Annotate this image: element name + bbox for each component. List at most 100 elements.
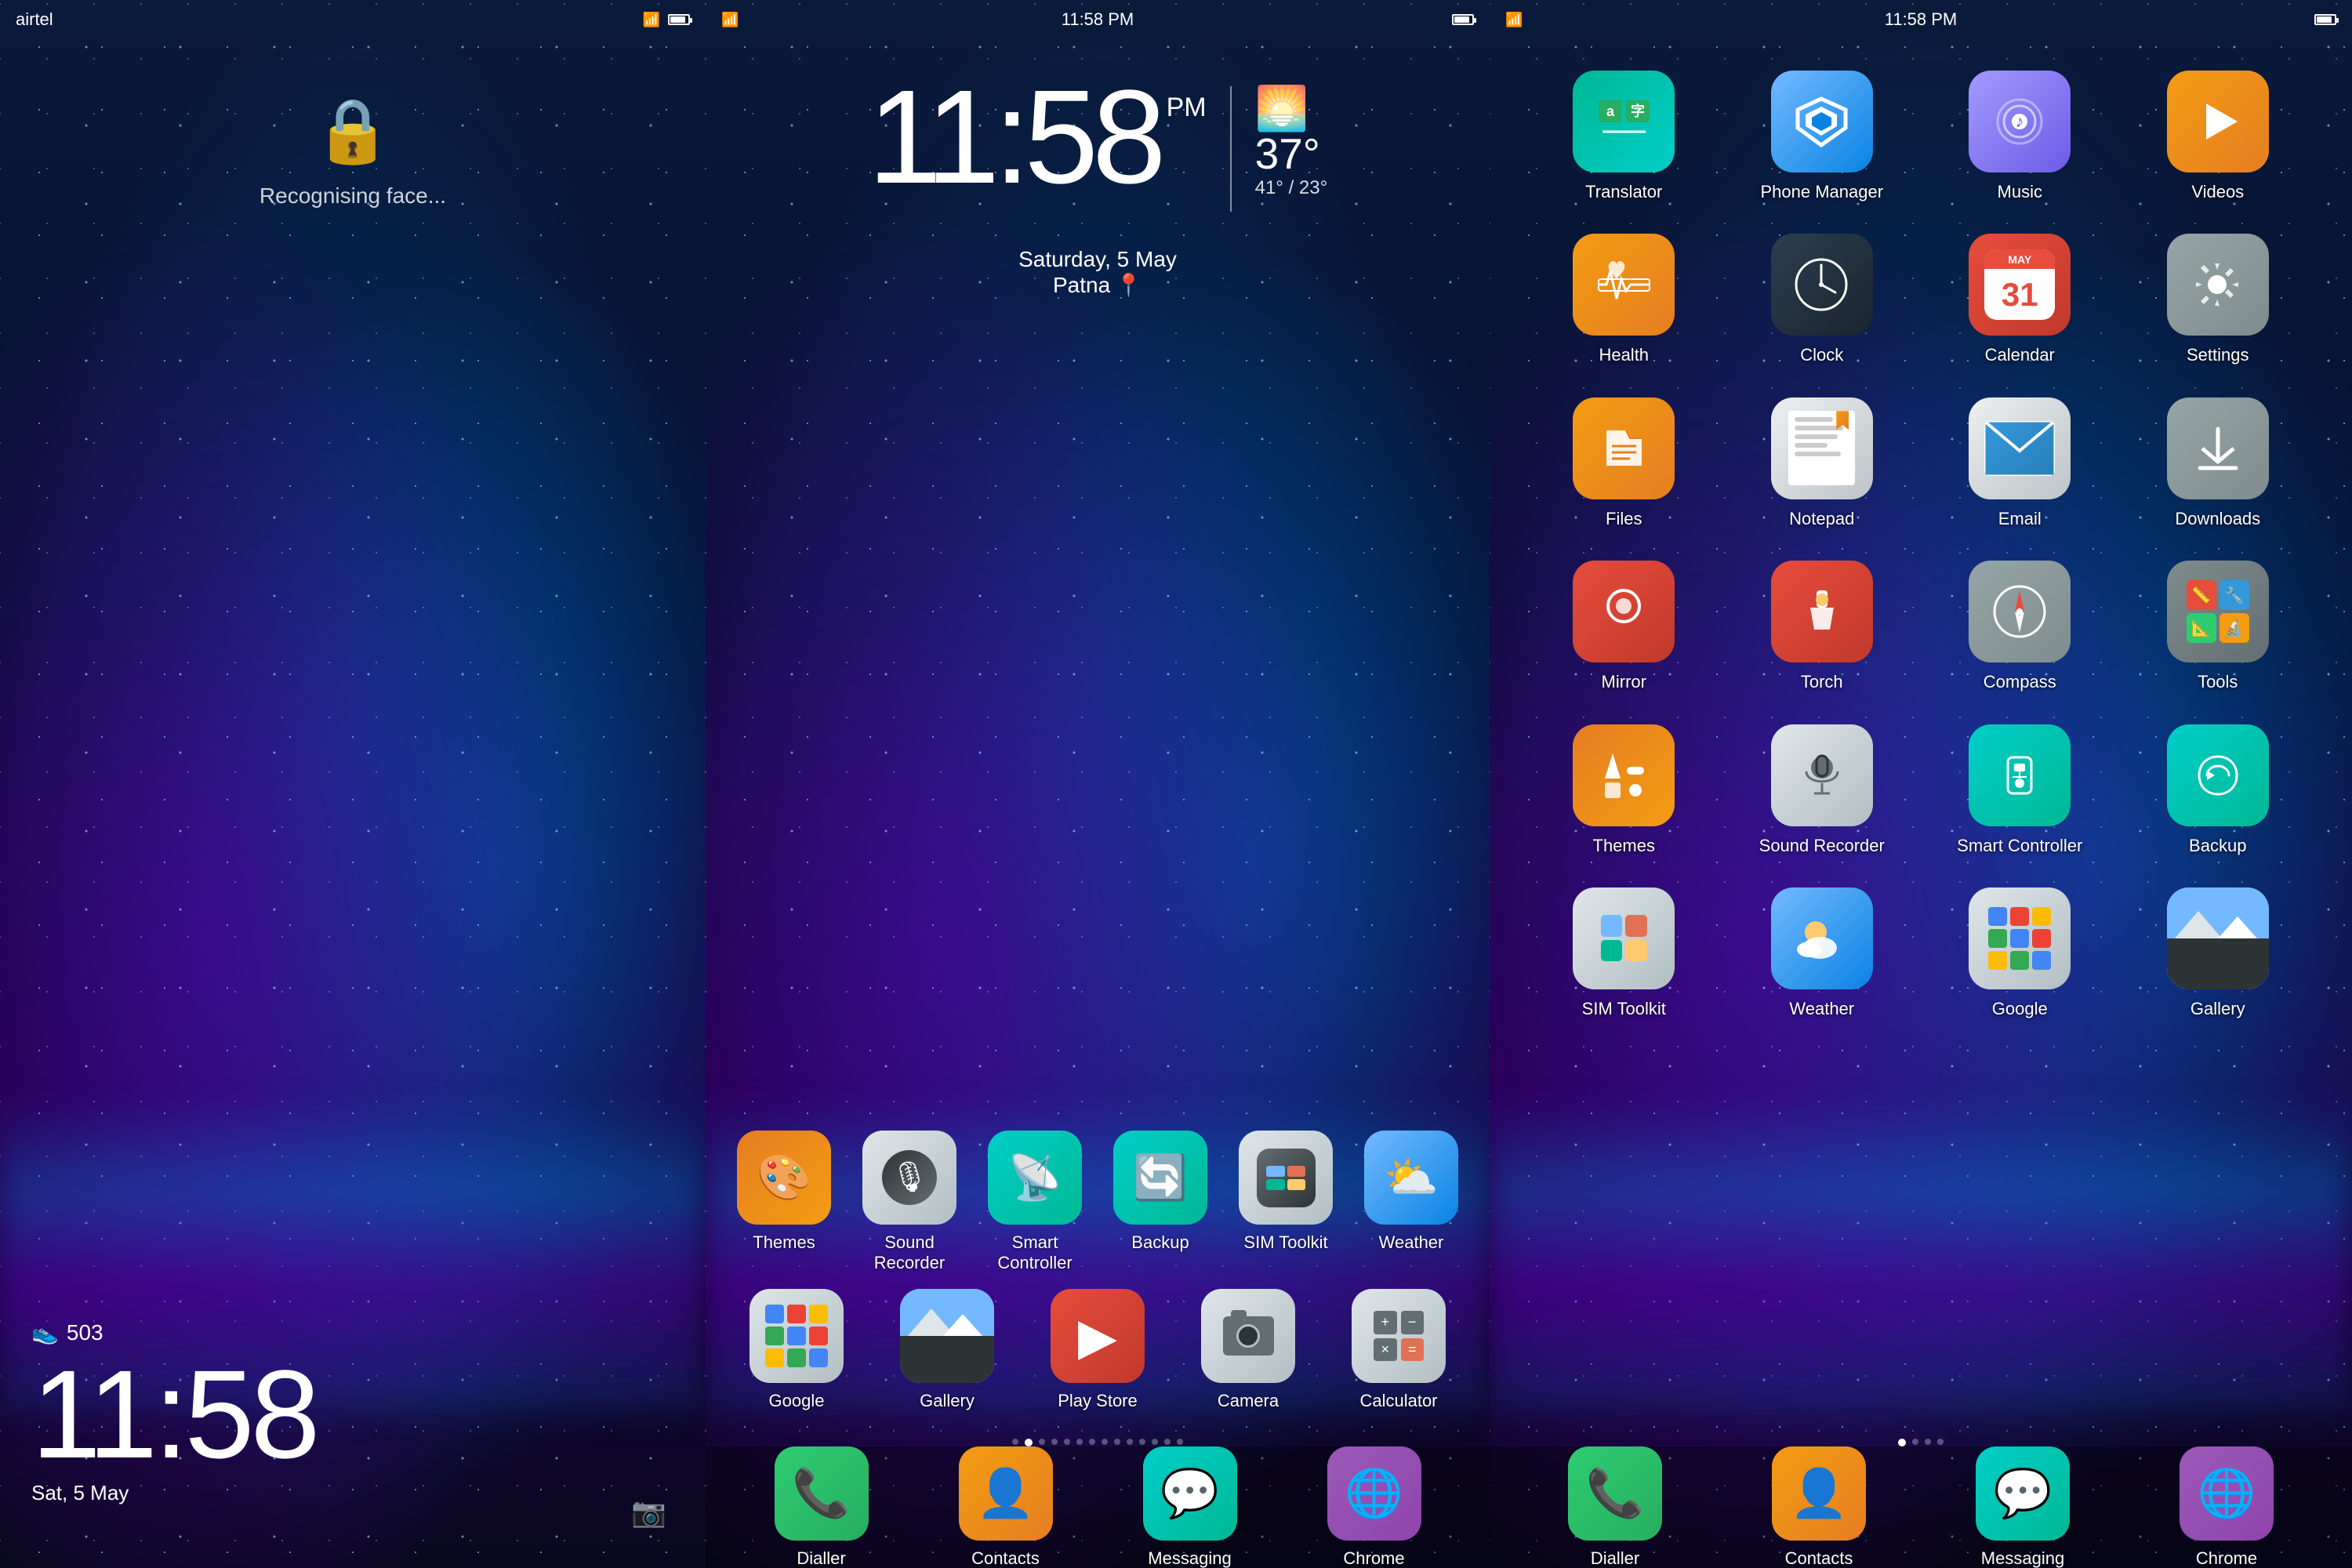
lock-bottom: 👟 503 11:58 Sat, 5 May: [0, 1319, 706, 1568]
themes-svg: [1595, 747, 1652, 804]
gallery2-icon: [2167, 887, 2269, 989]
steps-row: 👟 503: [31, 1319, 674, 1345]
battery-icon-drawer: [2314, 14, 2336, 25]
lock-time-display: 11:58: [31, 1352, 674, 1477]
drawer-settings[interactable]: Settings: [2123, 226, 2314, 373]
drawer-simtoolkit2[interactable]: SIM Toolkit: [1529, 880, 1719, 1027]
dot-4: [1064, 1439, 1070, 1445]
time-divider: [1230, 86, 1232, 212]
drawer-gallery2[interactable]: Gallery: [2123, 880, 2314, 1027]
dot-13: [1177, 1439, 1183, 1445]
drawer-themes[interactable]: Themes: [1529, 717, 1719, 864]
torch-label: Torch: [1801, 672, 1843, 692]
weather-label: Weather: [1379, 1232, 1444, 1253]
status-right-home: [1450, 14, 1474, 25]
tools-label: Tools: [2198, 672, 2238, 692]
drawer-compass[interactable]: Compass: [1925, 553, 2115, 700]
app-gallery[interactable]: Gallery: [884, 1289, 1010, 1411]
drawer-clock[interactable]: Clock: [1727, 226, 1918, 373]
dock-home: 📞 Dialler 👤 Contacts 💬 Messaging 🌐 Chrom…: [706, 1446, 1490, 1568]
weather-icon-app: ⛅: [1364, 1131, 1458, 1225]
dock-contacts[interactable]: 👤 Contacts: [943, 1446, 1069, 1568]
clock-weather-area: 11:58 PM 🌅 37° 41° / 23°: [706, 47, 1490, 212]
phonemanager-icon: [1771, 71, 1873, 172]
drawer-status-time: 11:58 PM: [1885, 9, 1958, 30]
app-soundrecorder[interactable]: 🎙 Sound Recorder: [847, 1131, 972, 1273]
dock-chrome[interactable]: 🌐 Chrome: [1312, 1446, 1437, 1568]
clock-block: 11:58 PM: [868, 71, 1207, 204]
drawer-calendar[interactable]: MAY 31 Calendar: [1925, 226, 2115, 373]
calculator-icon: + − × =: [1352, 1289, 1446, 1383]
messaging-label: Messaging: [1148, 1548, 1231, 1568]
clock-svg: [1792, 256, 1851, 314]
drawer-weather2[interactable]: Weather: [1727, 880, 1918, 1027]
videos-svg: [2190, 94, 2245, 149]
app-themes[interactable]: 🎨 Themes: [721, 1131, 847, 1273]
drawer-mirror[interactable]: Mirror: [1529, 553, 1719, 700]
app-camera[interactable]: Camera: [1185, 1289, 1311, 1411]
dot-3: [1051, 1439, 1058, 1445]
music-icon: ♪: [1969, 71, 2071, 172]
dock-messaging[interactable]: 💬 Messaging: [1127, 1446, 1253, 1568]
mirror-label: Mirror: [1602, 672, 1646, 692]
status-bar-home: 📶 11:58 PM: [706, 0, 1490, 39]
drawer-translator[interactable]: a 字 Translator: [1529, 63, 1719, 210]
app-weather[interactable]: ⛅ Weather: [1348, 1131, 1474, 1273]
dialler-icon: 📞: [775, 1446, 869, 1541]
app-simtoolkit[interactable]: SIM Toolkit: [1223, 1131, 1348, 1273]
settings-svg: [2188, 256, 2247, 314]
drawer-backup2[interactable]: Backup: [2123, 717, 2314, 864]
svg-text:字: 字: [1631, 103, 1645, 119]
weather2-icon: [1771, 887, 1873, 989]
simtoolkit-icon: [1239, 1131, 1333, 1225]
svg-text:♪: ♪: [2016, 111, 2024, 131]
simtoolkit2-icon: [1573, 887, 1675, 989]
phonemanager-svg: [1792, 93, 1851, 151]
battery-icon-lock: [668, 14, 690, 25]
drawer-email[interactable]: Email: [1925, 390, 2115, 537]
translator-icon: a 字: [1573, 71, 1675, 172]
app-playstore[interactable]: ▶ Play Store: [1035, 1289, 1160, 1411]
drawer-phonemanager[interactable]: Phone Manager: [1727, 63, 1918, 210]
drawer-tools[interactable]: 📏 🔧 📐 🔬 Tools: [2123, 553, 2314, 700]
smartcontroller-svg: [1992, 748, 2047, 803]
soundrecorder2-label: Sound Recorder: [1759, 836, 1885, 856]
drawer-downloads[interactable]: Downloads: [2123, 390, 2314, 537]
drawer-music[interactable]: ♪ Music: [1925, 63, 2115, 210]
translator-svg: a 字: [1595, 93, 1653, 151]
torch-icon: [1771, 561, 1873, 662]
dot-7: [1102, 1439, 1108, 1445]
dot-11: [1152, 1439, 1158, 1445]
home-ampm: PM: [1167, 93, 1207, 123]
app-calculator[interactable]: + − × = Calculator: [1336, 1289, 1461, 1411]
settings-icon: [2167, 234, 2269, 336]
videos-icon: [2167, 71, 2269, 172]
calculator-label: Calculator: [1359, 1391, 1437, 1411]
drawer-soundrecorder2[interactable]: Sound Recorder: [1727, 717, 1918, 864]
camera-shortcut[interactable]: 📷: [631, 1496, 666, 1529]
contacts-icon: 👤: [959, 1446, 1053, 1541]
calendar-icon: MAY 31: [1969, 234, 2071, 336]
backup2-icon: [2167, 724, 2269, 826]
files-svg: [1595, 419, 1653, 477]
messaging-icon: 💬: [1143, 1446, 1237, 1541]
drawer-torch[interactable]: Torch: [1727, 553, 1918, 700]
drawer-google2[interactable]: Google: [1925, 880, 2115, 1027]
health-icon: [1573, 234, 1675, 336]
downloads-icon: [2167, 397, 2269, 499]
steps-icon: 👟: [31, 1319, 59, 1345]
weather-svg: [1792, 909, 1851, 967]
drawer-notepad[interactable]: Notepad: [1727, 390, 1918, 537]
drawer-files[interactable]: Files: [1529, 390, 1719, 537]
google2-label: Google: [1992, 999, 2048, 1019]
app-google[interactable]: Google: [734, 1289, 859, 1411]
drawer-videos[interactable]: Videos: [2123, 63, 2314, 210]
app-backup[interactable]: 🔄 Backup: [1098, 1131, 1223, 1273]
signal-icon-home: 📶: [721, 12, 739, 28]
camera-icon: [1201, 1289, 1295, 1383]
files-label: Files: [1606, 509, 1642, 529]
drawer-health[interactable]: Health: [1529, 226, 1719, 373]
app-smartcontroller[interactable]: 📡 Smart Controller: [972, 1131, 1098, 1273]
drawer-smartcontroller2[interactable]: Smart Controller: [1925, 717, 2115, 864]
dock-dialler[interactable]: 📞 Dialler: [759, 1446, 884, 1568]
